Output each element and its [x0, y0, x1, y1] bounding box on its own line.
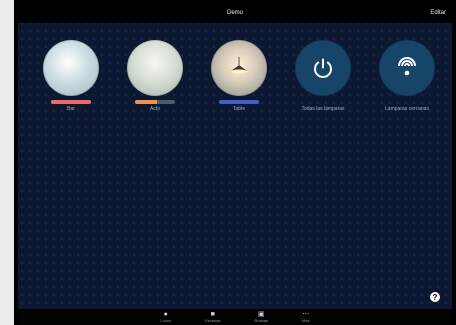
all-lamps-tile[interactable]: Todas las lámparas [286, 40, 360, 120]
edit-button[interactable]: Editar [430, 10, 446, 16]
power-icon[interactable] [295, 40, 351, 96]
room-label: Table [233, 106, 245, 112]
nav-label: Luces [160, 318, 172, 323]
nav-more[interactable]: ⋯ Más [302, 311, 310, 323]
lamp-icon [231, 57, 247, 74]
device-frame: Demo Editar Bar Acto Table Todas las lám… [14, 0, 456, 325]
brightness-fill [135, 100, 157, 104]
nav-label: Escenas [205, 318, 221, 323]
brightness-fill [219, 100, 259, 104]
brightness-bar[interactable] [51, 100, 91, 104]
calendar-icon: ▣ [257, 311, 265, 318]
room-tile-table[interactable]: Table [202, 40, 276, 120]
nearby-lamps-tile[interactable]: Lámparas cercanas [370, 40, 444, 120]
nav-routines[interactable]: ▣ Rutinas [254, 311, 268, 323]
nav-label: Rutinas [254, 318, 269, 323]
bar-room-photo [43, 40, 99, 96]
help-button[interactable]: ? [430, 292, 440, 302]
top-bar: Demo Editar [18, 3, 452, 23]
tile-label: Todas las lámparas [301, 106, 345, 112]
more-icon: ⋯ [302, 311, 310, 318]
scene-icon: ■ [210, 311, 215, 318]
signal-glyph [398, 57, 416, 76]
room-grid: Bar Acto Table Todas las lámparas Lámpar… [34, 40, 444, 120]
screen: Demo Editar Bar Acto Table Todas las lám… [18, 3, 452, 325]
wireless-icon[interactable] [379, 40, 435, 96]
brightness-fill [51, 100, 91, 104]
nav-scenes[interactable]: ■ Escenas [205, 311, 220, 323]
table-room-photo [211, 40, 267, 96]
brightness-bar[interactable] [135, 100, 175, 104]
nav-lights[interactable]: ● Luces [160, 311, 171, 323]
page-title: Demo [226, 10, 244, 16]
nav-label: Más [302, 318, 310, 323]
power-glyph [314, 58, 332, 78]
room-label: Acto [149, 106, 160, 112]
brightness-bar[interactable] [219, 100, 259, 104]
tile-label: Lámparas cercanas [385, 106, 429, 112]
bulb-icon: ● [163, 311, 168, 318]
room-label: Bar [67, 106, 75, 112]
bottom-navigation: ● Luces ■ Escenas ▣ Rutinas ⋯ Más [18, 309, 452, 325]
room-tile-acto[interactable]: Acto [118, 40, 192, 120]
room-tile-bar[interactable]: Bar [34, 40, 108, 120]
acto-room-photo [127, 40, 183, 96]
